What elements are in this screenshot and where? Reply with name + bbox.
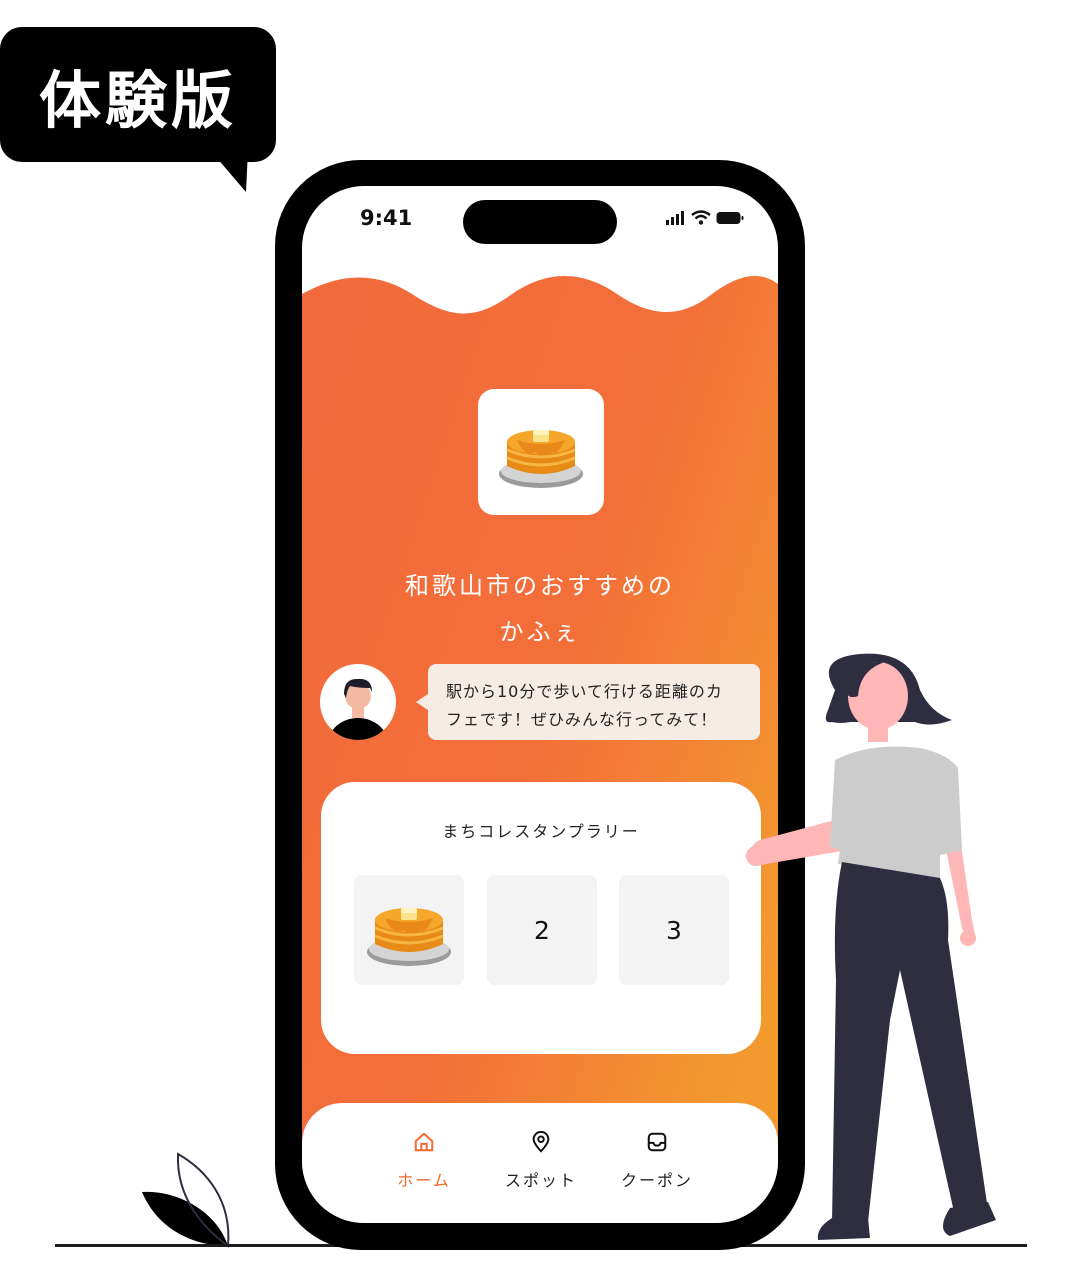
nav-label-coupon: クーポン — [620, 1171, 693, 1190]
wifi-icon — [691, 210, 711, 225]
nav-label-home: ホーム — [397, 1171, 451, 1190]
pancake-icon — [499, 430, 583, 488]
bottom-nav: ホーム スポット クーポン — [302, 1103, 778, 1223]
battery-icon — [716, 211, 744, 224]
pancake-icon — [367, 908, 451, 966]
guide-message-bubble: 駅から10分で歩いて行ける距離のカ フェです！ぜひみんな行ってみて！ — [428, 664, 760, 740]
trial-badge-label: 体験版 — [38, 63, 237, 137]
stamp-rally-card: まちコレスタンプラリー 2 3 — [321, 782, 761, 1054]
page-title-line1: 和歌山市のおすすめの — [405, 572, 675, 600]
stamp-slot-3-label: 3 — [666, 915, 682, 945]
stamp-slot-3[interactable]: 3 — [619, 875, 729, 985]
person-illustration — [746, 653, 996, 1240]
nav-item-spot[interactable]: スポット — [486, 1130, 596, 1191]
stamp-rally-title: まちコレスタンプラリー — [442, 822, 640, 841]
nav-label-spot: スポット — [504, 1171, 577, 1190]
dynamic-island — [463, 200, 617, 244]
status-icons — [666, 210, 744, 225]
person-avatar-icon — [328, 678, 388, 740]
nav-item-home[interactable]: ホーム — [369, 1131, 479, 1191]
page-title-line2: かふぇ — [499, 618, 581, 646]
plant-illustration — [142, 1152, 230, 1248]
bubble-tail — [416, 694, 428, 710]
signal-icon — [666, 210, 684, 225]
phone-frame: 9:41 和歌山市のおすすめの かふぇ 駅から10分で歩いて行ける距離のカ フェ… — [275, 160, 805, 1250]
trial-badge: 体験版 — [0, 27, 276, 162]
stamp-slot-1[interactable] — [354, 875, 464, 985]
location-pin-icon — [532, 1130, 550, 1153]
stamp-slot-2-label: 2 — [534, 915, 550, 945]
phone-screen: 9:41 和歌山市のおすすめの かふぇ 駅から10分で歩いて行ける距離のカ フェ… — [302, 186, 778, 1223]
guide-message-line1: 駅から10分で歩いて行ける距離のカ — [446, 682, 723, 701]
guide-message-line2: フェです！ぜひみんな行ってみて！ — [446, 710, 718, 729]
guide-avatar — [320, 664, 396, 740]
nav-item-coupon[interactable]: クーポン — [602, 1131, 712, 1191]
status-time: 9:41 — [360, 206, 413, 230]
inbox-icon — [647, 1132, 667, 1152]
app-icon — [478, 389, 604, 515]
home-icon — [414, 1132, 434, 1152]
stamp-slot-2[interactable]: 2 — [487, 875, 597, 985]
badge-tail — [210, 150, 248, 192]
